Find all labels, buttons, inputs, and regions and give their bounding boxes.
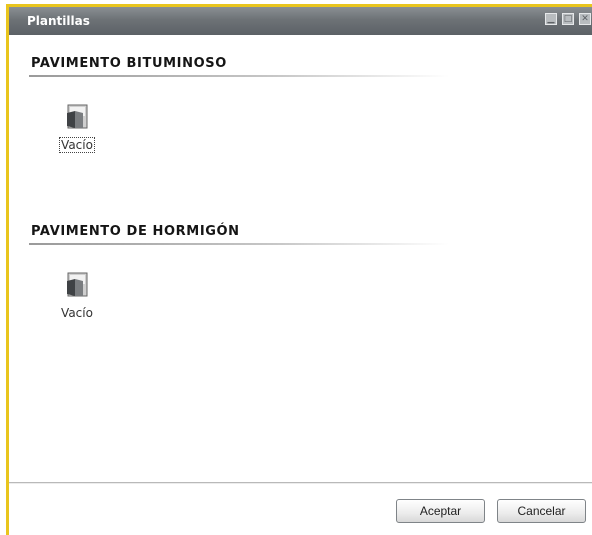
plantillas-dialog: Plantillas ▁ □ ✕ PAVIMENTO BITUMINOSO Va… — [6, 4, 592, 535]
minimize-icon[interactable]: ▁ — [545, 13, 557, 25]
blank-template-icon — [67, 104, 88, 129]
section-divider — [29, 243, 449, 245]
section-divider — [29, 75, 449, 77]
close-icon[interactable]: ✕ — [579, 13, 591, 25]
template-tile-bituminoso-vacio[interactable]: Vacío — [42, 102, 112, 153]
window-title: Plantillas — [27, 14, 90, 28]
template-tile-hormigon-vacio[interactable]: Vacío — [42, 270, 112, 321]
maximize-icon[interactable]: □ — [562, 13, 574, 25]
template-label: Vacío — [61, 306, 93, 320]
section-header-pavimento-de-hormigon: PAVIMENTO DE HORMIGÓN — [31, 224, 240, 239]
title-bar[interactable]: Plantillas ▁ □ ✕ — [9, 7, 592, 35]
footer-divider-highlight — [9, 483, 592, 484]
blank-template-icon — [67, 272, 88, 297]
accept-button[interactable]: Aceptar — [396, 499, 485, 523]
section-header-pavimento-bituminoso: PAVIMENTO BITUMINOSO — [31, 56, 227, 71]
cancel-button[interactable]: Cancelar — [497, 499, 586, 523]
template-label: Vacío — [59, 137, 95, 153]
